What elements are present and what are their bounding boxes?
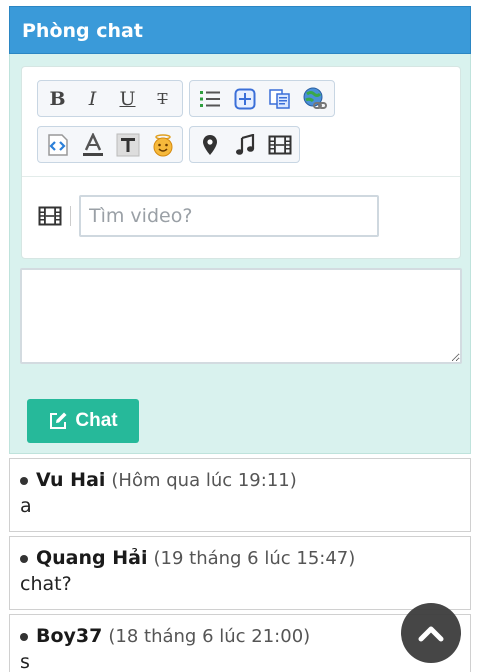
list-button[interactable] <box>192 82 227 115</box>
insert-group <box>189 80 335 117</box>
code-button[interactable] <box>40 128 75 161</box>
message-text: a <box>20 495 32 517</box>
link-button[interactable] <box>297 82 332 115</box>
chat-room-header: Phòng chat <box>9 6 471 54</box>
globe-link-icon <box>303 87 327 109</box>
media-group <box>189 126 300 163</box>
message-time: (18 tháng 6 lúc 21:00) <box>108 626 311 647</box>
text-size-button[interactable] <box>110 128 145 161</box>
font-color-icon <box>82 132 103 156</box>
emoticon-icon <box>153 133 172 156</box>
chat-compose-panel: B I U T Tìm video? Chat <box>9 54 471 454</box>
message-text: chat? <box>20 573 72 595</box>
bold-icon: B <box>49 87 66 110</box>
font-color-button[interactable] <box>75 128 110 161</box>
bullet-icon <box>20 555 28 563</box>
italic-button[interactable]: I <box>75 82 110 115</box>
message-time: (19 tháng 6 lúc 15:47) <box>153 548 356 569</box>
chevron-up-icon <box>418 626 444 642</box>
chat-message: Vu Hai (Hôm qua lúc 19:11) a <box>9 458 471 532</box>
map-pin-button[interactable] <box>192 128 227 161</box>
message-user[interactable]: Boy37 <box>36 623 102 649</box>
film-icon <box>268 135 291 154</box>
list-icon <box>199 90 220 107</box>
message-header: Quang Hải (19 tháng 6 lúc 15:47) <box>20 545 460 572</box>
message-user[interactable]: Vu Hai <box>36 467 105 493</box>
toolbar-divider <box>22 176 460 177</box>
video-search-input[interactable] <box>79 195 379 237</box>
code-icon <box>47 133 68 156</box>
message-text: s <box>20 651 30 672</box>
film-icon <box>38 206 62 226</box>
text-size-icon <box>116 133 139 156</box>
separator <box>70 206 71 226</box>
italic-icon: I <box>88 87 97 110</box>
copy-button[interactable] <box>262 82 297 115</box>
chat-button-label: Chat <box>75 410 118 431</box>
video-button[interactable] <box>262 128 297 161</box>
chat-send-button[interactable]: Chat <box>27 399 139 443</box>
format-group: B I U T <box>37 80 183 117</box>
emoticon-button[interactable] <box>145 128 180 161</box>
insert-button[interactable] <box>227 82 262 115</box>
music-icon <box>235 133 254 155</box>
bullet-icon <box>20 633 28 641</box>
message-user[interactable]: Quang Hải <box>36 545 147 571</box>
rich-text-editor: B I U T <box>21 66 461 259</box>
bullet-icon <box>20 477 28 485</box>
edit-icon <box>50 412 67 429</box>
underline-button[interactable]: U <box>110 82 145 115</box>
chat-message: Quang Hải (19 tháng 6 lúc 15:47) chat? <box>9 536 471 610</box>
message-header: Boy37 (18 tháng 6 lúc 21:00) <box>20 623 460 650</box>
video-search-row <box>38 195 379 237</box>
toolbar-row-2 <box>37 126 300 163</box>
style-group <box>37 126 183 163</box>
strikethrough-button[interactable]: T <box>145 82 180 115</box>
copy-icon <box>268 88 290 109</box>
message-input[interactable] <box>20 268 462 364</box>
map-pin-icon <box>202 134 217 155</box>
underline-icon: U <box>119 87 136 110</box>
message-header: Vu Hai (Hôm qua lúc 19:11) <box>20 467 460 494</box>
scroll-to-top-button[interactable] <box>401 603 461 663</box>
music-button[interactable] <box>227 128 262 161</box>
strikethrough-icon: T <box>157 89 168 108</box>
message-time: (Hôm qua lúc 19:11) <box>111 470 297 491</box>
bold-button[interactable]: B <box>40 82 75 115</box>
toolbar-row-1: B I U T <box>37 80 335 117</box>
plus-box-icon <box>234 88 255 109</box>
page-title: Phòng chat <box>22 20 143 42</box>
